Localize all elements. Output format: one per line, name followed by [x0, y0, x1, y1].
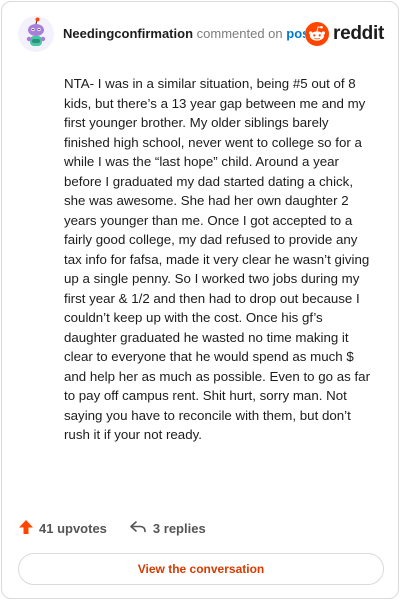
upvote-button[interactable]: 41 upvotes — [18, 519, 107, 538]
view-conversation-button[interactable]: View the conversation — [18, 553, 384, 585]
comment-header: Needingconfirmation commented on post re… — [18, 16, 384, 52]
upvote-arrow-icon — [18, 519, 39, 538]
username-link[interactable]: Needingconfirmation — [63, 26, 193, 41]
comment-meta: Needingconfirmation commented on post — [63, 26, 305, 42]
snoo-avatar-icon[interactable] — [18, 16, 54, 52]
reddit-logo[interactable]: reddit — [305, 22, 384, 46]
upvote-count: 41 upvotes — [39, 520, 107, 536]
comment-body: NTA- I was in a similar situation, being… — [64, 76, 371, 442]
commented-on-label: commented on — [196, 26, 283, 41]
reddit-wordmark: reddit — [333, 23, 384, 44]
post-link[interactable]: post — [286, 26, 305, 41]
replies-button[interactable]: 3 replies — [129, 520, 206, 537]
reply-count: 3 replies — [152, 520, 206, 536]
reply-arrow-icon — [129, 520, 153, 537]
reddit-snoo-icon — [305, 22, 330, 46]
comment-footer: 41 upvotes 3 replies — [18, 516, 206, 540]
comment-card: Needingconfirmation commented on post re… — [1, 1, 399, 599]
